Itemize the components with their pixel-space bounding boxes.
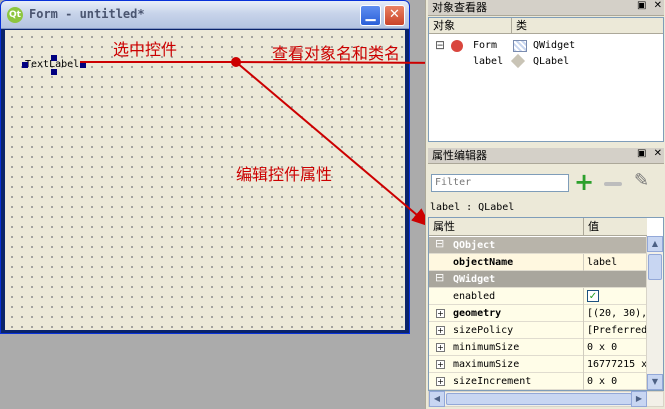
float-icon[interactable]: ▣ [637, 0, 646, 11]
add-property-icon[interactable]: + [574, 170, 596, 194]
column-object[interactable]: 对象 [433, 18, 455, 33]
annotation-select-control: 选中控件 [113, 40, 178, 59]
property-row-geometry[interactable]: + geometry [(20, 30), [429, 305, 647, 322]
expand-icon[interactable]: + [436, 343, 445, 352]
object-class-label: label : QLabel [430, 202, 515, 213]
collapse-icon[interactable]: ⊟ [435, 271, 444, 284]
property-value[interactable]: ✓ [583, 288, 647, 305]
scroll-left-icon[interactable]: ◀ [429, 391, 445, 407]
scroll-down-icon[interactable]: ▼ [647, 374, 663, 390]
property-table[interactable]: 属性 值 ⊟ QObject objectName label ⊟ QWidge… [428, 217, 664, 391]
expand-icon[interactable]: + [436, 309, 445, 318]
label-class-icon [510, 53, 526, 69]
vertical-scrollbar[interactable]: ▲ ▼ [646, 236, 663, 390]
property-row-maximumsize[interactable]: + maximumSize 16777215 x [429, 356, 647, 373]
scroll-thumb[interactable] [648, 254, 662, 280]
property-row-objectname[interactable]: objectName label [429, 254, 647, 271]
property-editor-title: 属性编辑器 [432, 149, 487, 162]
property-editor-title-bar[interactable]: 属性编辑器 ▣ ✕ [428, 148, 664, 164]
property-row-enabled[interactable]: enabled ✓ [429, 288, 647, 305]
column-value[interactable]: 值 [583, 218, 599, 235]
property-value[interactable]: 0 x 0 [583, 373, 647, 390]
scroll-up-icon[interactable]: ▲ [647, 236, 663, 252]
form-title: Form - untitled* [29, 7, 145, 21]
property-name: enabled [453, 291, 496, 302]
tree-object-name: label [473, 56, 504, 67]
property-value[interactable]: [Preferred, [583, 322, 647, 339]
property-row-sizepolicy[interactable]: + sizePolicy [Preferred, [429, 322, 647, 339]
property-name: geometry [453, 308, 502, 319]
scroll-thumb[interactable] [446, 393, 632, 405]
selection-handle-top[interactable] [51, 55, 57, 61]
filter-toolbar: Filter + ✎ [428, 166, 664, 200]
object-inspector-tree[interactable]: 对象 类 ⊟ Form QWidget label QLabel [428, 17, 664, 142]
group-qwidget[interactable]: ⊟ QWidget [429, 271, 647, 288]
property-row-sizeincrement[interactable]: + sizeIncrement 0 x 0 [429, 373, 647, 390]
configure-icon[interactable]: ✎ [634, 170, 656, 194]
selection-handle-left[interactable] [22, 62, 28, 68]
filter-input[interactable]: Filter [431, 174, 569, 192]
column-property[interactable]: 属性 [433, 218, 455, 235]
property-name: sizePolicy [453, 325, 514, 336]
form-object-icon [451, 40, 463, 52]
object-inspector-title: 对象查看器 [432, 1, 487, 14]
form-titlebar[interactable]: Qt Form - untitled* ▁ ✕ [1, 1, 409, 29]
minimize-button[interactable]: ▁ [360, 5, 381, 26]
close-icon[interactable]: ✕ [654, 148, 662, 159]
annotation-view-names: 查看对象名和类名 [272, 44, 401, 63]
property-name: objectName [453, 257, 514, 268]
column-class[interactable]: 类 [511, 18, 527, 33]
expand-collapse-icon[interactable]: ⊟ [435, 38, 445, 52]
property-value[interactable]: label [583, 254, 647, 271]
annotation-edit-properties: 编辑控件属性 [236, 165, 333, 184]
tree-object-name: Form [473, 40, 498, 51]
float-icon[interactable]: ▣ [637, 148, 646, 159]
checkbox-checked-icon[interactable]: ✓ [587, 290, 599, 302]
horizontal-scrollbar[interactable]: ◀ ▶ [428, 391, 664, 407]
property-name: minimumSize [453, 342, 520, 353]
remove-property-icon[interactable] [604, 182, 622, 186]
selection-handle-bottom[interactable] [51, 69, 57, 75]
group-name: QWidget [453, 274, 496, 285]
property-value[interactable]: 16777215 x [583, 356, 647, 373]
widget-class-icon [513, 40, 527, 52]
expand-icon[interactable]: + [436, 377, 445, 386]
property-value[interactable]: 0 x 0 [583, 339, 647, 356]
tree-header: 对象 类 [429, 18, 663, 34]
form-design-canvas[interactable]: TextLabel [5, 30, 405, 330]
tree-class-name: QWidget [533, 40, 576, 51]
right-dock: 对象查看器 ▣ ✕ 对象 类 ⊟ Form QWidget label QLab… [425, 0, 665, 409]
property-table-header: 属性 值 [429, 218, 647, 236]
scroll-right-icon[interactable]: ▶ [631, 391, 647, 407]
tree-class-name: QLabel [533, 56, 570, 67]
close-button[interactable]: ✕ [384, 5, 405, 26]
close-icon[interactable]: ✕ [654, 0, 662, 11]
property-name: sizeIncrement [453, 376, 532, 387]
group-qobject[interactable]: ⊟ QObject [429, 237, 647, 254]
group-name: QObject [453, 240, 496, 251]
tree-row-form[interactable]: ⊟ Form QWidget [429, 38, 663, 54]
property-value[interactable]: [(20, 30), [583, 305, 647, 322]
label-widget[interactable]: TextLabel [22, 55, 86, 75]
property-row-minimumsize[interactable]: + minimumSize 0 x 0 [429, 339, 647, 356]
selection-handle-right[interactable] [80, 62, 86, 68]
object-inspector-title-bar[interactable]: 对象查看器 ▣ ✕ [428, 0, 664, 16]
expand-icon[interactable]: + [436, 326, 445, 335]
qt-logo-icon: Qt [7, 7, 23, 23]
tree-row-label[interactable]: label QLabel [429, 53, 663, 70]
property-name: maximumSize [453, 359, 520, 370]
collapse-icon[interactable]: ⊟ [435, 237, 444, 250]
expand-icon[interactable]: + [436, 360, 445, 369]
